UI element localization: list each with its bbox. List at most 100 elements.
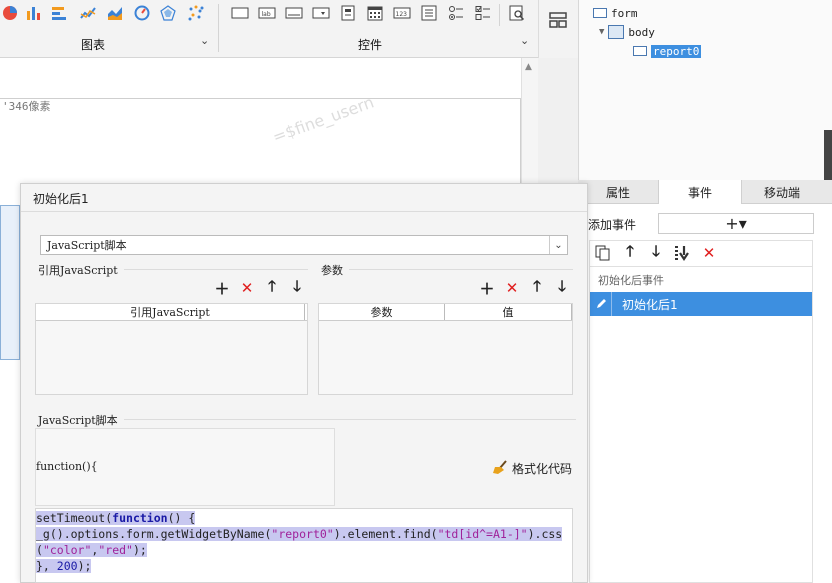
label-widget-icon[interactable]: lab: [257, 3, 277, 23]
file-widget-icon[interactable]: [338, 3, 358, 23]
ref-js-up-icon[interactable]: 🡑: [263, 277, 281, 297]
move-up-icon[interactable]: 🡑: [621, 242, 639, 262]
layout-panel-toggle[interactable]: [538, 0, 578, 58]
code-token: "report0": [271, 527, 334, 541]
add-event-button-label: +▾: [725, 214, 747, 233]
radar-icon[interactable]: [158, 3, 178, 23]
widget-tree: form ▼ body report0: [578, 0, 832, 180]
tree-item-label: body: [628, 25, 655, 39]
chart-group-chevron-icon[interactable]: ⌄: [200, 34, 209, 47]
layout-icon[interactable]: [549, 12, 567, 31]
tree-item-label: report0: [651, 44, 702, 58]
gauge-icon[interactable]: [132, 3, 152, 23]
param-down-icon[interactable]: 🡓: [553, 277, 571, 297]
number-widget-icon[interactable]: 123: [392, 3, 412, 23]
divider: [21, 211, 587, 212]
tab-mobile[interactable]: 移动端: [742, 180, 822, 204]
tab-events[interactable]: 事件: [658, 180, 742, 204]
delete-ref-js-icon[interactable]: ✕: [238, 279, 256, 297]
code-token: 200: [56, 559, 78, 573]
event-item[interactable]: 初始化后1: [590, 292, 812, 316]
code-token: "color": [42, 543, 92, 557]
tree-item-form[interactable]: form: [593, 5, 638, 21]
search-widget-icon[interactable]: [507, 3, 527, 23]
move-down-icon[interactable]: 🡓: [647, 242, 665, 262]
code-token: _g().options.form.getWidgetByName(: [36, 527, 272, 541]
edit-pencil-icon[interactable]: [590, 292, 612, 316]
tree-item-report0[interactable]: report0: [633, 43, 702, 59]
list-widget-icon[interactable]: [419, 3, 439, 23]
toolbar-separator: [499, 4, 500, 26]
move-to-bottom-icon[interactable]: [673, 244, 691, 262]
line-chart-icon[interactable]: [78, 3, 98, 23]
param-up-icon[interactable]: 🡑: [528, 277, 546, 297]
tab-properties[interactable]: 属性: [578, 180, 658, 204]
toolbar: 图表 ⌄ lab 123 控件 ⌄: [0, 0, 538, 58]
table-header: 参数 值: [319, 304, 572, 321]
date-widget-icon[interactable]: [365, 3, 385, 23]
function-signature: function(){: [36, 460, 98, 473]
panel-edge-scrollbar[interactable]: [824, 130, 832, 180]
code-token: () {: [167, 511, 196, 525]
copy-icon[interactable]: [594, 244, 612, 262]
code-token: ).css: [527, 527, 563, 541]
add-param-icon[interactable]: ＋: [478, 279, 496, 298]
widget-group-chevron-icon[interactable]: ⌄: [520, 34, 529, 47]
event-item-label: 初始化后1: [622, 297, 678, 312]
value-column-header[interactable]: 值: [445, 304, 572, 320]
ref-js-down-icon[interactable]: 🡓: [288, 277, 306, 297]
ref-js-column-header[interactable]: 引用JavaScript: [36, 304, 305, 320]
format-code-label: 格式化代码: [512, 462, 573, 476]
delete-event-icon[interactable]: ✕: [700, 244, 718, 262]
code-token: "td[id^=A1-]": [437, 527, 528, 541]
script-section-label: JavaScript脚本: [38, 414, 118, 427]
divider: [349, 269, 573, 270]
format-code-button[interactable]: 格式化代码: [492, 459, 572, 478]
scroll-up-icon[interactable]: ▲: [525, 62, 532, 72]
event-type-select[interactable]: JavaScript脚本 ⌄: [40, 235, 568, 255]
dialog-title: 初始化后1: [33, 192, 89, 206]
pie-chart-icon[interactable]: [0, 3, 20, 23]
tree-item-label: form: [611, 6, 638, 20]
form-icon: [593, 8, 607, 18]
code-token: ).element.find(: [333, 527, 438, 541]
combobox-widget-icon[interactable]: [311, 3, 331, 23]
add-event-button[interactable]: +▾: [658, 213, 814, 234]
canvas-size-text: '346像素: [2, 100, 51, 113]
horizontal-bar-icon[interactable]: [49, 3, 69, 23]
property-tabs: 属性 事件 移动端: [578, 180, 832, 204]
divider: [124, 269, 308, 270]
delete-param-icon[interactable]: ✕: [503, 279, 521, 297]
code-token: setTimeout(: [36, 511, 113, 525]
event-group-header: 初始化后事件: [598, 274, 664, 287]
code-token: "red": [98, 543, 133, 557]
code-editor[interactable]: setTimeout(function() { _g().options.for…: [35, 508, 573, 583]
bar-chart-icon[interactable]: [24, 3, 44, 23]
chart-group-label: 图表: [81, 38, 106, 52]
checkbox-group-icon[interactable]: [473, 3, 493, 23]
radio-group-icon[interactable]: [446, 3, 466, 23]
chevron-down-icon[interactable]: ⌄: [549, 236, 567, 254]
textbox-widget-icon[interactable]: [284, 3, 304, 23]
param-column-header[interactable]: 参数: [319, 304, 445, 320]
event-type-value: JavaScript脚本: [47, 239, 127, 252]
params-table[interactable]: 参数 值: [318, 303, 573, 395]
scatter-icon[interactable]: [186, 3, 206, 23]
report-row-handles[interactable]: [0, 205, 20, 360]
broom-icon: [492, 459, 508, 478]
body-icon: [608, 25, 625, 39]
widget-group-label: 控件: [358, 38, 383, 52]
code-token: },: [36, 559, 57, 573]
label-widget-text: lab: [262, 11, 271, 18]
params-section-label: 参数: [321, 264, 343, 277]
collapse-arrow-icon[interactable]: ▼: [599, 27, 604, 37]
code-token: function: [112, 511, 168, 525]
add-ref-js-icon[interactable]: ＋: [213, 279, 231, 298]
code-token: );: [77, 559, 92, 573]
report-icon: [633, 46, 647, 56]
area-chart-icon[interactable]: [105, 3, 125, 23]
tree-item-body[interactable]: ▼ body: [599, 24, 655, 40]
button-widget-icon[interactable]: [230, 3, 250, 23]
ref-js-table[interactable]: 引用JavaScript: [35, 303, 308, 395]
ref-js-section-label: 引用JavaScript: [38, 264, 118, 277]
